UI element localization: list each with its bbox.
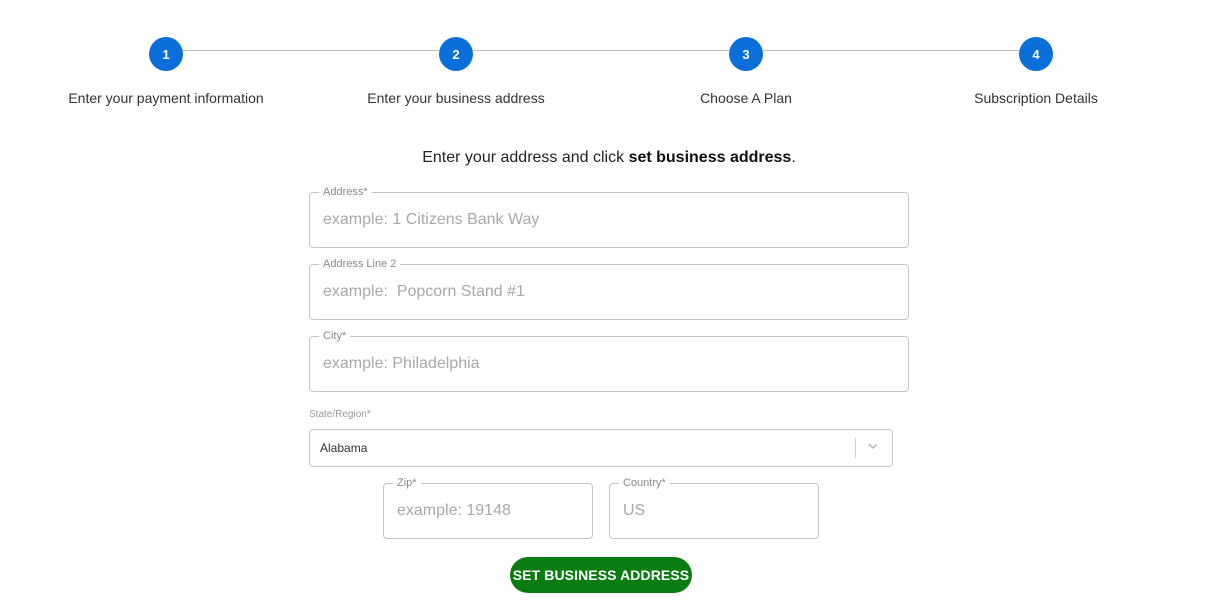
country-label: Country* xyxy=(619,476,670,490)
set-business-address-button[interactable]: SET BUSINESS ADDRESS xyxy=(510,557,692,593)
address-field: Address* xyxy=(309,185,909,248)
step-connector xyxy=(763,50,1019,51)
step-1-indicator: 1 xyxy=(149,37,183,71)
step-connector xyxy=(183,50,439,51)
progress-stepper: 1 2 3 4 Enter your payment information E… xyxy=(0,0,1219,120)
instruction-prefix: Enter your address and click xyxy=(422,149,629,166)
instruction-suffix: . xyxy=(791,149,796,166)
step-4-label: Subscription Details xyxy=(974,90,1098,106)
state-select[interactable]: Alabama xyxy=(309,429,893,467)
instruction-bold: set business address xyxy=(628,149,792,166)
step-2-label: Enter your business address xyxy=(367,90,545,106)
instruction-text: Enter your address and click set busines… xyxy=(309,149,909,167)
select-separator xyxy=(855,438,856,458)
step-3-indicator: 3 xyxy=(729,37,763,71)
step-2-indicator: 2 xyxy=(439,37,473,71)
chevron-down-icon[interactable] xyxy=(866,439,880,453)
zip-field: Zip* xyxy=(383,476,593,539)
address-line-2-field: Address Line 2 xyxy=(309,257,909,320)
address-input[interactable] xyxy=(323,211,895,229)
state-label: State/Region* xyxy=(309,409,371,420)
zip-input[interactable] xyxy=(397,502,579,520)
step-connector xyxy=(473,50,729,51)
step-3-label: Choose A Plan xyxy=(700,90,792,106)
step-1-label: Enter your payment information xyxy=(68,90,264,106)
zip-label: Zip* xyxy=(393,476,421,490)
address-line-2-label: Address Line 2 xyxy=(319,257,401,271)
country-input[interactable] xyxy=(623,502,805,520)
address-line-2-input[interactable] xyxy=(323,283,895,301)
address-label: Address* xyxy=(319,185,372,199)
step-4-indicator: 4 xyxy=(1019,37,1053,71)
country-field: Country* xyxy=(609,476,819,539)
city-input[interactable] xyxy=(323,355,895,373)
city-field: City* xyxy=(309,329,909,392)
city-label: City* xyxy=(319,329,351,343)
state-selected-value: Alabama xyxy=(320,441,368,455)
